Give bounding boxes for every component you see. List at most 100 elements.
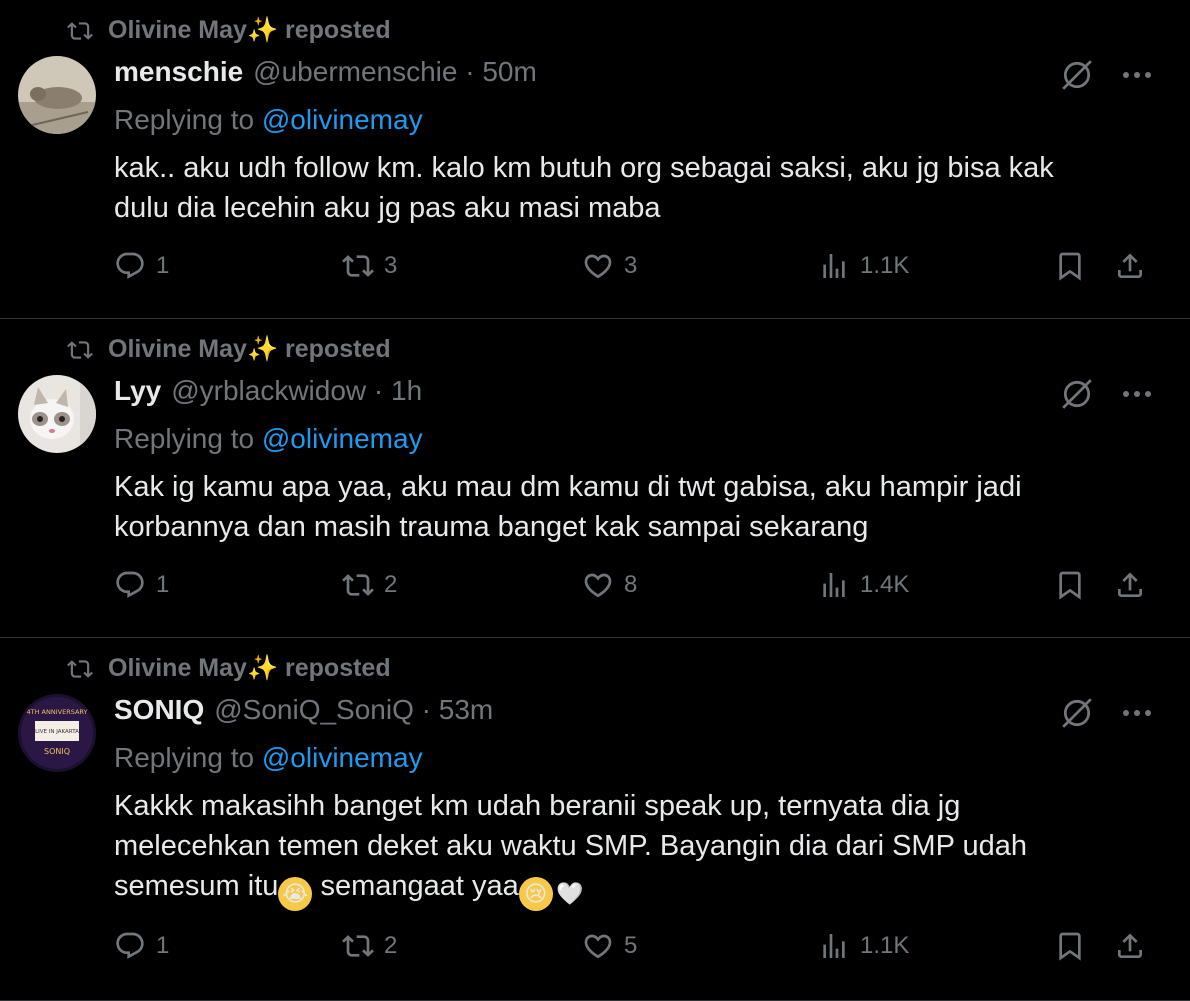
bookmark-icon xyxy=(1054,930,1086,962)
avatar-text-soniq: SONIQ xyxy=(44,747,70,756)
more-icon[interactable] xyxy=(1122,70,1152,80)
avatar[interactable]: 4TH ANNIVERSARY LIVE IN JAKARTA SONIQ xyxy=(18,694,96,772)
tweet-text-line: semesum itu 😭 semangaat yaa 😢 🤍 xyxy=(114,866,1134,911)
display-name[interactable]: Lyy xyxy=(114,375,161,407)
like-count: 8 xyxy=(624,571,638,598)
replying-handle-link[interactable]: @olivinemay xyxy=(262,423,423,454)
like-button[interactable]: 8 xyxy=(582,569,637,601)
like-button[interactable]: 5 xyxy=(582,930,637,962)
tweet-text-fragment: semesum itu xyxy=(114,870,279,902)
repost-indicator[interactable]: Olivine May✨ reposted xyxy=(64,16,391,45)
replying-handle-link[interactable]: @olivinemay xyxy=(262,104,423,135)
bookmark-icon xyxy=(1054,250,1086,282)
grok-icon[interactable] xyxy=(1060,696,1094,730)
views-icon xyxy=(818,930,850,962)
timeline-feed: Olivine May✨ reposted menschie @ubermens… xyxy=(0,0,1190,1001)
share-icon xyxy=(1114,569,1146,601)
display-name[interactable]: menschie xyxy=(114,56,243,88)
tweet-top-actions xyxy=(1060,377,1152,411)
sad-face-emoji: 😢 xyxy=(518,877,553,911)
tweet-top-actions xyxy=(1060,58,1152,92)
share-button[interactable] xyxy=(1114,930,1146,962)
grok-icon[interactable] xyxy=(1060,58,1094,92)
tweet-text: Kak ig kamu apa yaa, aku mau dm kamu di … xyxy=(114,467,1134,547)
replying-prefix: Replying to xyxy=(114,423,262,454)
views-count: 1.1K xyxy=(860,932,910,959)
like-count: 5 xyxy=(624,932,638,959)
tweet-text-line: melecehkan temen deket aku waktu SMP. Ba… xyxy=(114,830,1027,862)
tweet-text-line: Kak ig kamu apa yaa, aku mau dm kamu di … xyxy=(114,471,1022,503)
tweet-text: Kakkk makasihh banget km udah beranii sp… xyxy=(114,786,1134,911)
grok-icon[interactable] xyxy=(1060,377,1094,411)
like-count: 3 xyxy=(624,252,638,279)
crying-face-emoji: 😭 xyxy=(278,877,313,911)
replying-to: Replying to @olivinemay xyxy=(114,423,423,455)
views-icon xyxy=(818,569,850,601)
tweet-actions: 1 2 8 1.4K xyxy=(114,569,1152,609)
repost-indicator[interactable]: Olivine May✨ reposted xyxy=(64,654,391,683)
bookmark-button[interactable] xyxy=(1054,569,1086,601)
share-button[interactable] xyxy=(1114,569,1146,601)
handle-and-time[interactable]: @SoniQ_SoniQ · 53m xyxy=(214,694,493,726)
avatar[interactable] xyxy=(18,375,96,453)
reply-button[interactable]: 1 xyxy=(114,930,169,962)
share-button[interactable] xyxy=(1114,250,1146,282)
display-name[interactable]: SONIQ xyxy=(114,694,204,726)
tweet[interactable]: Olivine May✨ reposted Lyy @yrblackwidow … xyxy=(0,319,1190,638)
tweet-text-line: kak.. aku udh follow km. kalo km butuh o… xyxy=(114,152,1054,184)
replying-prefix: Replying to xyxy=(114,742,262,773)
retweet-icon xyxy=(342,250,374,282)
avatar-text-live: LIVE IN JAKARTA xyxy=(35,729,79,735)
bookmark-button[interactable] xyxy=(1054,250,1086,282)
tweet-text-fragment: semangaat yaa xyxy=(312,870,519,902)
reply-icon xyxy=(114,250,146,282)
tweet[interactable]: Olivine May✨ reposted menschie @ubermens… xyxy=(0,0,1190,319)
tweet-text-line: dulu dia lecehin aku jg pas aku masi mab… xyxy=(114,192,661,224)
tweet-top-actions xyxy=(1060,696,1152,730)
tweet-header: menschie @ubermenschie · 50m xyxy=(114,56,1040,88)
reply-count: 1 xyxy=(156,932,170,959)
tweet-text-line: Kakkk makasihh banget km udah beranii sp… xyxy=(114,790,961,822)
replying-to: Replying to @olivinemay xyxy=(114,104,423,136)
tweet-header: Lyy @yrblackwidow · 1h xyxy=(114,375,1040,407)
retweet-count: 2 xyxy=(384,571,398,598)
avatar[interactable] xyxy=(18,56,96,134)
repost-icon xyxy=(64,656,96,682)
views-button[interactable]: 1.4K xyxy=(818,569,909,601)
replying-handle-link[interactable]: @olivinemay xyxy=(262,742,423,773)
repost-icon xyxy=(64,337,96,363)
reply-button[interactable]: 1 xyxy=(114,569,169,601)
tweet-actions: 1 2 5 1.1K xyxy=(114,930,1152,970)
more-icon[interactable] xyxy=(1122,708,1152,718)
views-button[interactable]: 1.1K xyxy=(818,250,909,282)
tweet-header: SONIQ @SoniQ_SoniQ · 53m xyxy=(114,694,1040,726)
share-icon xyxy=(1114,930,1146,962)
reply-count: 1 xyxy=(156,571,170,598)
retweet-button[interactable]: 3 xyxy=(342,250,397,282)
heart-icon xyxy=(582,569,614,601)
tweet[interactable]: Olivine May✨ reposted 4TH ANNIVERSARY LI… xyxy=(0,638,1190,1001)
views-button[interactable]: 1.1K xyxy=(818,930,909,962)
retweet-count: 2 xyxy=(384,932,398,959)
repost-indicator[interactable]: Olivine May✨ reposted xyxy=(64,335,391,364)
bookmark-icon xyxy=(1054,569,1086,601)
avatar-text-anniversary: 4TH ANNIVERSARY xyxy=(27,708,88,716)
views-count: 1.1K xyxy=(860,252,910,279)
bookmark-button[interactable] xyxy=(1054,930,1086,962)
handle-and-time[interactable]: @yrblackwidow · 1h xyxy=(171,375,422,407)
views-count: 1.4K xyxy=(860,571,910,598)
more-icon[interactable] xyxy=(1122,389,1152,399)
replying-to: Replying to @olivinemay xyxy=(114,742,423,774)
heart-icon xyxy=(582,250,614,282)
retweet-button[interactable]: 2 xyxy=(342,930,397,962)
tweet-actions: 1 3 3 1.1K xyxy=(114,250,1152,290)
repost-text: Olivine May✨ reposted xyxy=(108,654,391,682)
reply-icon xyxy=(114,569,146,601)
repost-text: Olivine May✨ reposted xyxy=(108,16,391,44)
reply-button[interactable]: 1 xyxy=(114,250,169,282)
retweet-button[interactable]: 2 xyxy=(342,569,397,601)
handle-and-time[interactable]: @ubermenschie · 50m xyxy=(253,56,537,88)
tweet-text-line: korbannya dan masih trauma banget kak sa… xyxy=(114,511,869,543)
repost-icon xyxy=(64,18,96,44)
like-button[interactable]: 3 xyxy=(582,250,637,282)
